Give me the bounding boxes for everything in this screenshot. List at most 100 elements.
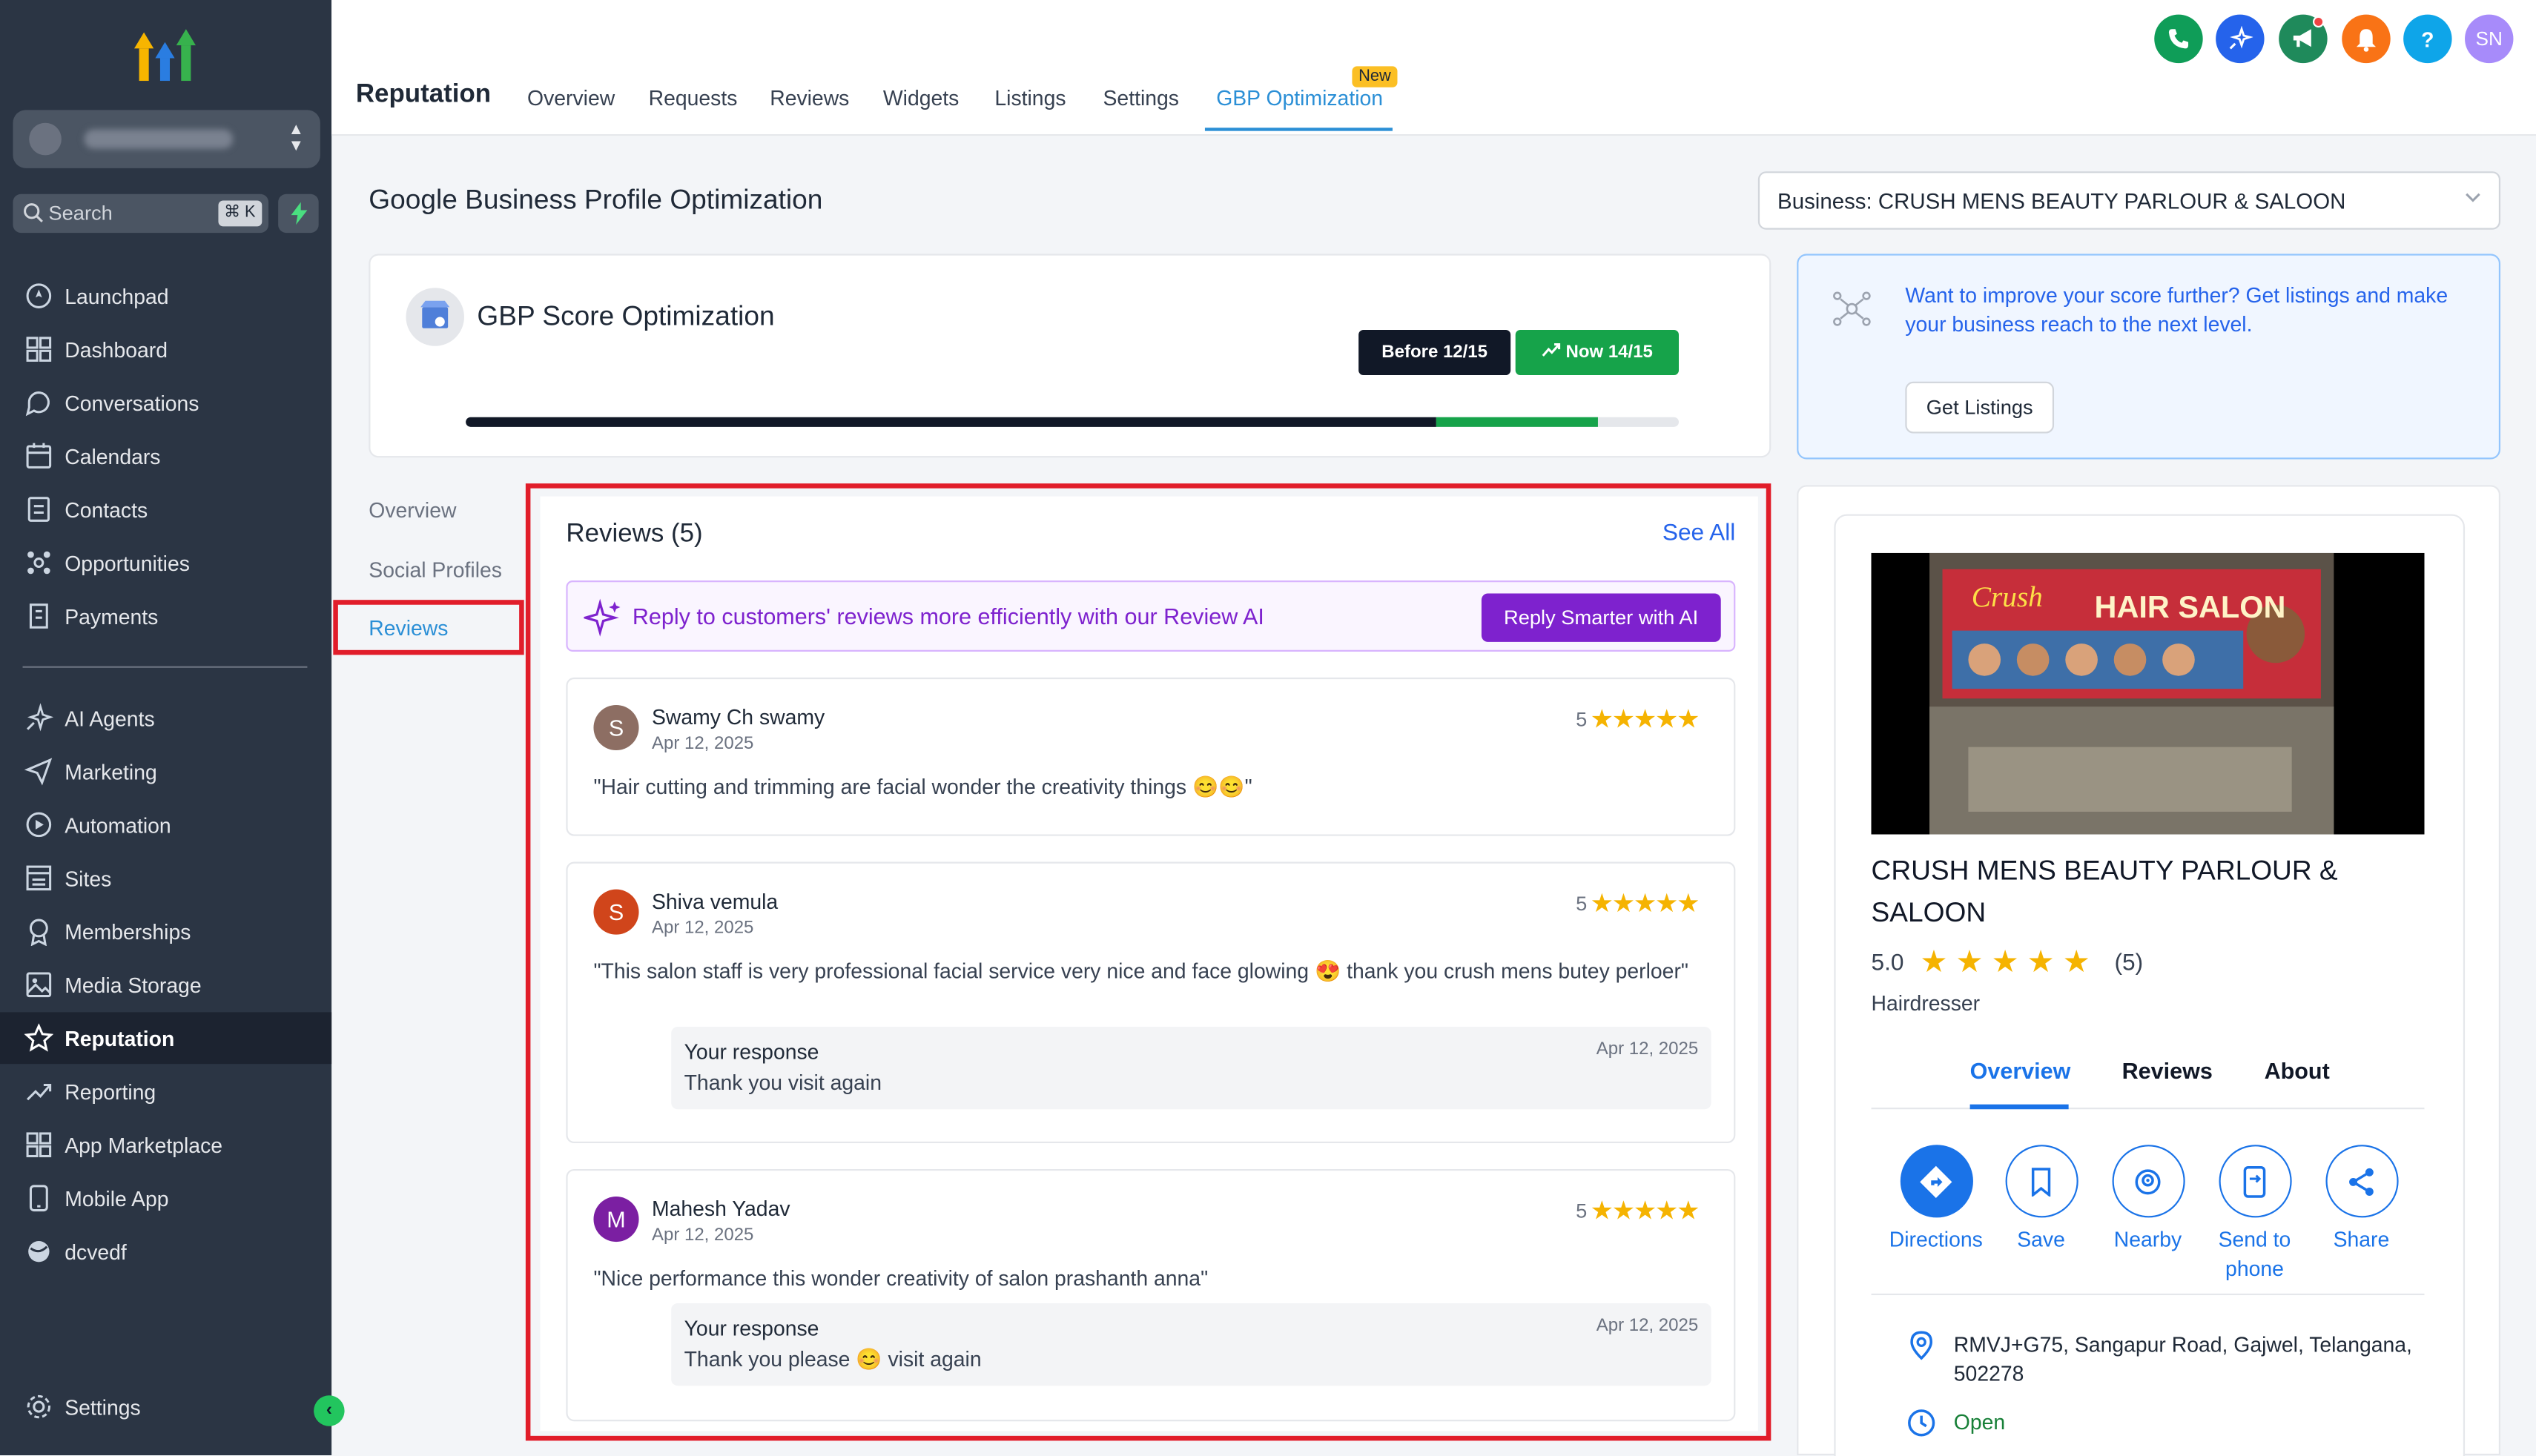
- tab-requests[interactable]: Requests: [649, 86, 738, 110]
- nearby-icon: [2135, 1168, 2161, 1194]
- app-logo-icon: [134, 29, 196, 82]
- nearby-button[interactable]: Nearby: [2091, 1145, 2205, 1254]
- calendar-icon: [26, 443, 52, 469]
- sidebar-item-reporting[interactable]: Reporting: [0, 1065, 331, 1117]
- tab-gbp-optimization[interactable]: GBP Optimization: [1216, 86, 1383, 110]
- score-title: GBP Score Optimization: [477, 300, 775, 332]
- send-to-phone-button[interactable]: Send to phone: [2198, 1145, 2311, 1284]
- tab-widgets[interactable]: Widgets: [883, 86, 959, 110]
- chevron-down-icon: [2466, 193, 2480, 202]
- contacts-icon: [27, 497, 50, 522]
- user-avatar[interactable]: SN: [2465, 14, 2514, 64]
- sidebar-item-app-marketplace[interactable]: App Marketplace: [0, 1119, 331, 1171]
- notifications-button[interactable]: [2342, 14, 2391, 64]
- directions-button[interactable]: Directions: [1879, 1145, 1992, 1254]
- business-rating: 5.0 ★★★★★ (5): [1872, 944, 2144, 982]
- help-icon: ?: [2421, 26, 2434, 51]
- sidebar-item-payments[interactable]: Payments: [0, 590, 331, 642]
- sparkle-icon: [26, 703, 53, 732]
- network-nodes-icon: [1833, 291, 1871, 326]
- share-button[interactable]: Share: [2305, 1145, 2418, 1254]
- business-category: Hairdresser: [1871, 991, 1981, 1016]
- badge-icon: [29, 919, 48, 946]
- quick-action-button[interactable]: [278, 193, 319, 234]
- gbp-store-icon: [406, 288, 464, 346]
- collapse-sidebar-button[interactable]: ‹: [314, 1395, 345, 1426]
- highlight-box-reviews: [525, 483, 1771, 1441]
- sidebar-item-reputation[interactable]: Reputation: [0, 1012, 332, 1065]
- pipeline-icon: [27, 551, 50, 575]
- sidebar: ▲ ▼ Search ⌘ K Launchpad Dashboard Conver…: [0, 0, 332, 1456]
- tab-settings[interactable]: Settings: [1103, 86, 1179, 110]
- ai-assist-button[interactable]: [2216, 14, 2265, 64]
- megaphone-icon: [2292, 29, 2311, 47]
- sidebar-item-conversations[interactable]: Conversations: [0, 377, 331, 428]
- business-select-value: Business: CRUSH MENS BEAUTY PARLOUR & SA…: [1777, 189, 2346, 214]
- module-title: Reputation: [355, 81, 492, 109]
- sidebar-item-dashboard[interactable]: Dashboard: [0, 323, 331, 375]
- automation-icon: [26, 812, 52, 838]
- sites-icon: [26, 865, 52, 891]
- top-bar: Reputation Overview Requests Reviews Wid…: [331, 0, 2536, 136]
- subnav-social-profiles[interactable]: Social Profiles: [369, 557, 502, 582]
- chevron-updown-icon: ▲ ▼: [288, 121, 305, 156]
- search-icon: [24, 203, 43, 223]
- image-icon: [26, 972, 52, 998]
- sidebar-item-marketing[interactable]: Marketing: [0, 745, 331, 797]
- score-before-pill: Before 12/15: [1358, 329, 1511, 376]
- announcements-button[interactable]: [2279, 14, 2328, 64]
- sidebar-item-opportunities[interactable]: Opportunities: [0, 537, 331, 589]
- tab-reviews[interactable]: Reviews: [770, 86, 849, 110]
- sidebar-item-settings[interactable]: Settings: [0, 1381, 331, 1433]
- rocket-icon: [26, 283, 52, 308]
- gbp-tab-about[interactable]: About: [2265, 1057, 2330, 1083]
- score-now-fill: [1436, 417, 1598, 427]
- gbp-divider: [1871, 1293, 2425, 1296]
- sidebar-item-automation[interactable]: Automation: [0, 798, 331, 850]
- gbp-tab-divider: [1871, 1108, 2425, 1110]
- business-select[interactable]: Business: CRUSH MENS BEAUTY PARLOUR & SA…: [1757, 171, 2501, 230]
- save-button[interactable]: Save: [1984, 1145, 2098, 1254]
- sidebar-item-ai-agents[interactable]: AI Agents: [0, 692, 331, 744]
- tab-listings[interactable]: Listings: [994, 86, 1066, 110]
- sidebar-item-contacts[interactable]: Contacts: [0, 483, 331, 535]
- sidebar-item-mobile-app[interactable]: Mobile App: [0, 1172, 331, 1224]
- tab-overview[interactable]: Overview: [527, 86, 615, 110]
- search-placeholder: Search: [48, 202, 113, 225]
- location-pin-icon: [1910, 1331, 1933, 1360]
- highlight-box-subnav: [333, 600, 524, 655]
- score-before-fill: [466, 417, 1436, 427]
- sidebar-item-memberships[interactable]: Memberships: [0, 905, 331, 957]
- gbp-score-card: GBP Score Optimization Before 12/15 Now …: [369, 254, 1771, 458]
- send-to-phone-icon: [2243, 1165, 2266, 1197]
- subnav-overview[interactable]: Overview: [369, 498, 456, 523]
- gbp-active-tab-indicator: [1969, 1104, 2069, 1110]
- gbp-tab-reviews[interactable]: Reviews: [2122, 1057, 2213, 1083]
- active-tab-indicator: [1204, 128, 1393, 131]
- gear-icon: [27, 1394, 51, 1419]
- chat-icon: [25, 391, 50, 417]
- trend-up-icon: [1542, 343, 1561, 357]
- grid-icon: [26, 337, 52, 362]
- app-root: ▲ ▼ Search ⌘ K Launchpad Dashboard Conver…: [0, 0, 2536, 1456]
- sidebar-item-calendars[interactable]: Calendars: [0, 430, 331, 482]
- sidebar-item-launchpad[interactable]: Launchpad: [0, 270, 331, 322]
- account-switcher[interactable]: ▲ ▼: [13, 110, 320, 168]
- sidebar-search[interactable]: Search ⌘ K: [13, 193, 269, 234]
- phone-call-button[interactable]: [2154, 14, 2203, 64]
- chevron-left-icon: ‹: [326, 1400, 332, 1420]
- help-button[interactable]: ?: [2403, 14, 2452, 64]
- sidebar-item-media-storage[interactable]: Media Storage: [0, 959, 331, 1010]
- business-photo: Crush HAIR SALON: [1871, 552, 2425, 835]
- sidebar-item-sites[interactable]: Sites: [0, 852, 331, 904]
- business-hours-status: Open: [1953, 1409, 2006, 1435]
- business-address: RMVJ+G75, Sangapur Road, Gajwel, Telanga…: [1953, 1332, 2412, 1386]
- sidebar-divider: [22, 666, 308, 668]
- sidebar-item-dcvedf[interactable]: dcvedf: [0, 1225, 331, 1277]
- get-listings-button[interactable]: Get Listings: [1905, 381, 2055, 434]
- business-name: CRUSH MENS BEAUTY PARLOUR & SALOON: [1871, 855, 2338, 928]
- gbp-tab-overview[interactable]: Overview: [1970, 1057, 2071, 1083]
- bolt-icon: [290, 202, 307, 225]
- account-avatar-icon: [29, 122, 62, 156]
- search-shortcut: ⌘ K: [217, 200, 262, 227]
